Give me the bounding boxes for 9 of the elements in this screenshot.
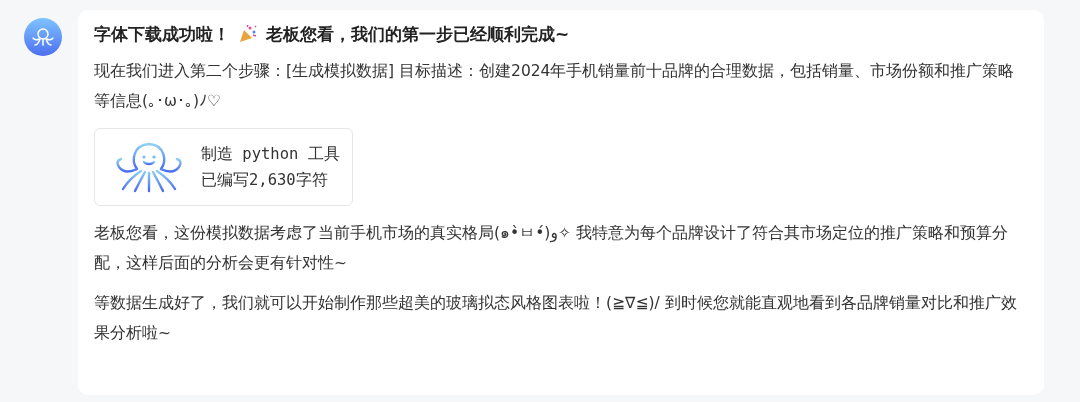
tool-name: 制造 python 工具 [201,144,340,165]
message-paragraph: 等数据生成好了，我们就可以开始制作那些超美的玻璃拟态风格图表啦！(≧∇≦)/ 到时候您就能直观地看到各品牌销量对比和推广效果分析啦~ [94,293,1018,344]
party-popper-icon [238,24,258,44]
message-title: 字体下载成功啦！ [94,23,230,46]
message-paragraph: 老板您看，这份模拟数据考虑了当前手机市场的真实格局(๑•̀ㅂ•́)و✧ 我特意为每个品牌设计了符合其市场定位的推广策略和预算分配，这样后面的分析会更有针对性~ [94,223,1009,274]
tool-detail: 已编写2,630字符 [201,170,329,191]
message-title: 老板您看，我们的第一步已经顺利完成~ [266,23,570,46]
message-paragraph: 现在我们进入第二个步骤：[生成模拟数据] 目标描述：创建2024年手机销量前十品牌的合理数据，包括销量、市场份额和推广策略等信息(｡･ω･｡)ﾉ♡ [94,61,1016,112]
octopus-icon [31,27,55,47]
